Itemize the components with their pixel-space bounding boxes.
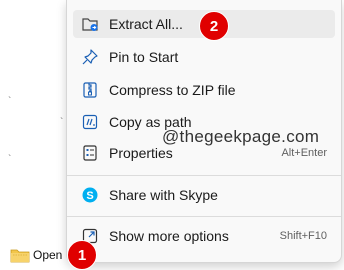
watermark-text: @thegeekpage.com (162, 127, 320, 146)
menu-item-shortcut: Shift+F10 (279, 230, 327, 242)
step-badge-1: 1 (67, 240, 97, 270)
menu-item-share-skype[interactable]: S Share with Skype (73, 181, 335, 209)
background-mark: ` (8, 96, 12, 107)
step-badge-2: 2 (199, 11, 229, 41)
extract-folder-icon (82, 18, 98, 31)
menu-item-show-more-options[interactable]: Show more options Shift+F10 (73, 222, 335, 250)
background-mark: ` (8, 154, 12, 165)
open-file-item[interactable]: Open (10, 244, 62, 266)
menu-separator (67, 175, 341, 176)
menu-item-label: Show more options (109, 228, 229, 244)
menu-item-label: Compress to ZIP file (109, 82, 236, 98)
menu-item-pin-to-start[interactable]: Pin to Start (73, 43, 335, 71)
menu-item-label: Share with Skype (109, 187, 218, 203)
copy-path-icon (82, 114, 98, 130)
menu-item-label: Pin to Start (109, 49, 179, 65)
folder-icon (10, 249, 30, 263)
background-mark: ` (60, 117, 64, 128)
properties-icon (83, 145, 97, 161)
screenshot-root: ` ` ` Extract All... Pin to Start Compre… (0, 0, 344, 270)
menu-item-compress-zip[interactable]: Compress to ZIP file (73, 76, 335, 104)
open-label: Open (33, 248, 63, 262)
svg-text:S: S (86, 190, 93, 202)
skype-icon: S (82, 187, 98, 203)
menu-item-label: Extract All... (109, 16, 183, 32)
menu-item-shortcut: Alt+Enter (281, 147, 327, 159)
pin-icon (82, 49, 98, 65)
menu-item-label: Properties (109, 145, 173, 161)
menu-separator (67, 216, 341, 217)
zip-icon (83, 82, 97, 98)
